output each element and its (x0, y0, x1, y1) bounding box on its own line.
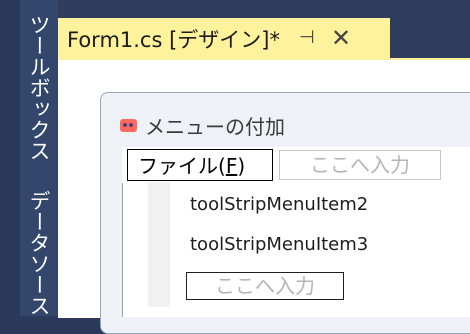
close-icon[interactable]: ✕ (331, 24, 351, 52)
document-tab-title: Form1.cs [デザイン]* (67, 28, 280, 52)
dropdown-item-toolstripmenuitem2[interactable]: toolStripMenuItem2 (190, 194, 368, 215)
menu-file-label-suffix: ) (237, 154, 246, 178)
menu-item-file[interactable]: ファイル(F) (127, 149, 273, 181)
menu-file-label-prefix: ファイル( (138, 154, 226, 178)
document-tab-form1[interactable]: Form1.cs [デザイン]* ⊣ ✕ (58, 18, 390, 60)
pin-icon[interactable]: ⊣ (299, 24, 315, 52)
form-title-bar[interactable]: メニューの付加 (120, 110, 285, 140)
menu-file-mnemonic: F (225, 154, 238, 178)
toolbox-tab[interactable]: ツールボックス (24, 14, 54, 161)
dropdown-item-toolstripmenuitem3[interactable]: toolStripMenuItem3 (190, 234, 368, 255)
form-title: メニューの付加 (145, 114, 285, 139)
dropdown-type-here-input[interactable]: ここへ入力 (186, 272, 344, 300)
dropdown-image-margin (148, 182, 170, 307)
datasource-tab[interactable]: データソース (24, 190, 54, 316)
form-icon (120, 118, 137, 132)
menu-type-here-input[interactable]: ここへ入力 (279, 150, 441, 180)
